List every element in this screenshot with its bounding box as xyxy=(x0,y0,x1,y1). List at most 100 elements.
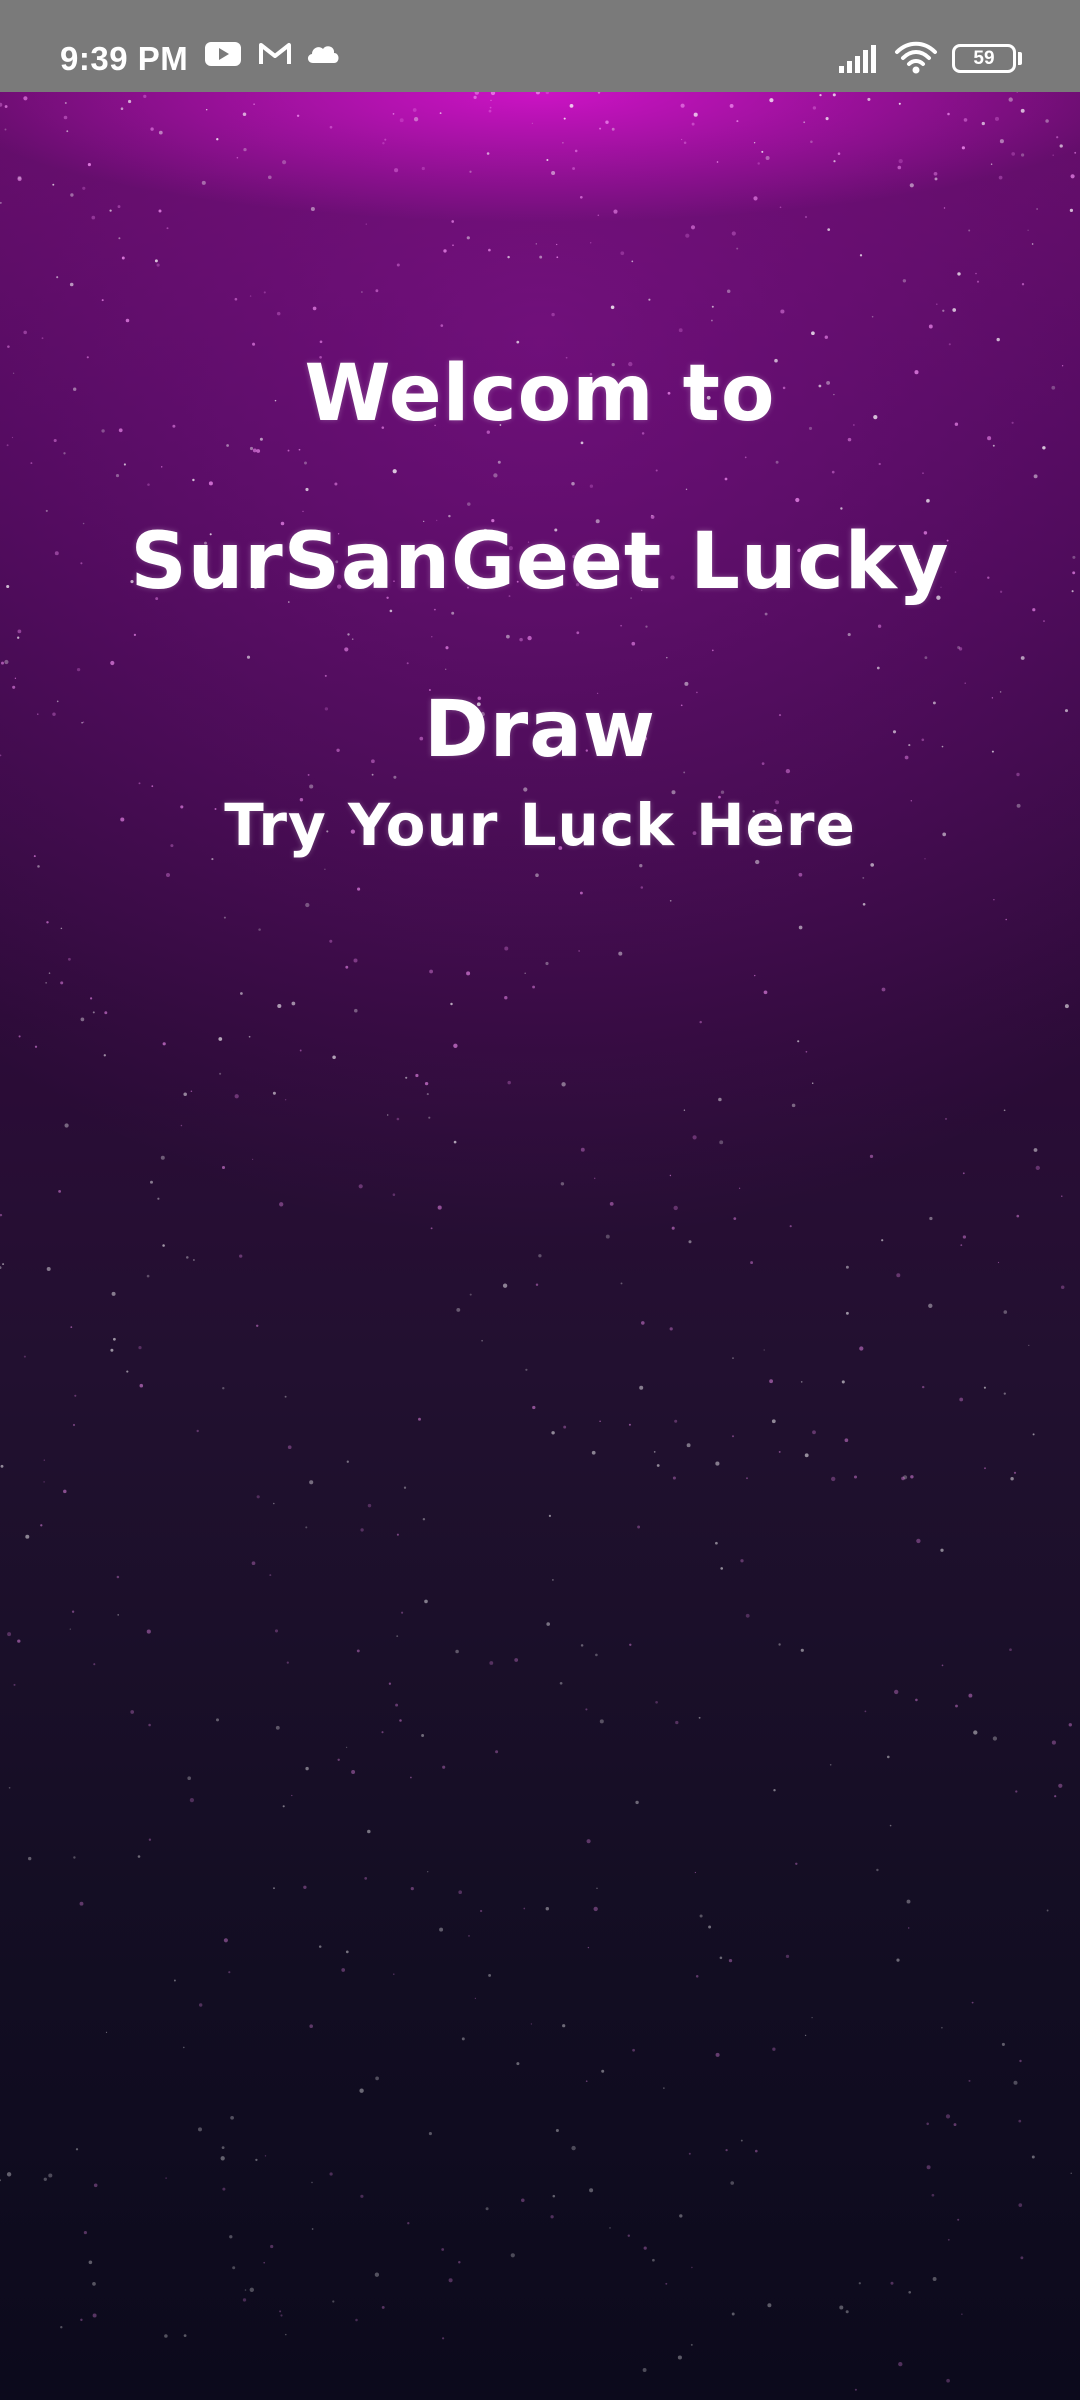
star xyxy=(673,1205,678,1211)
star xyxy=(819,93,822,97)
star xyxy=(1059,144,1063,148)
star xyxy=(599,1719,604,1724)
star xyxy=(962,1235,967,1239)
star xyxy=(299,1049,302,1052)
star xyxy=(521,2198,525,2203)
star xyxy=(0,2179,1,2182)
star xyxy=(183,2334,187,2337)
star xyxy=(973,1730,978,1735)
star xyxy=(620,1282,623,1285)
star xyxy=(798,872,803,877)
star xyxy=(1028,1344,1030,1346)
star xyxy=(968,229,971,232)
star xyxy=(442,1765,446,1769)
star xyxy=(251,1158,254,1161)
star xyxy=(740,2139,743,2142)
star xyxy=(448,2278,453,2283)
star xyxy=(285,2333,287,2336)
star xyxy=(69,1628,71,1630)
star xyxy=(955,1704,958,1708)
star xyxy=(137,1855,141,1858)
star xyxy=(28,1856,32,1861)
star xyxy=(803,121,806,124)
star xyxy=(1061,1195,1063,1197)
star xyxy=(992,1736,998,1741)
star xyxy=(221,2146,225,2150)
star xyxy=(1033,474,1038,479)
star xyxy=(510,2253,515,2258)
star xyxy=(629,1643,632,1646)
star xyxy=(1051,385,1056,390)
status-bar: 9:39 PM 59 xyxy=(0,0,1080,92)
star xyxy=(545,92,549,95)
star xyxy=(1042,446,1046,450)
star xyxy=(284,1395,287,1398)
star xyxy=(665,2282,668,2285)
star xyxy=(620,251,625,256)
star xyxy=(1008,97,1013,102)
star xyxy=(561,1082,566,1087)
star xyxy=(928,1303,933,1308)
star xyxy=(901,1476,905,1481)
star xyxy=(618,951,623,956)
star xyxy=(960,1244,963,1246)
star xyxy=(631,260,634,263)
star xyxy=(523,1907,526,1910)
star xyxy=(455,1649,459,1654)
star xyxy=(4,105,8,108)
star xyxy=(535,873,539,877)
star xyxy=(504,946,509,951)
star xyxy=(229,2235,233,2239)
star xyxy=(1020,656,1025,660)
star xyxy=(609,2227,611,2229)
star xyxy=(906,1899,911,1904)
star xyxy=(187,1776,192,1781)
star xyxy=(7,345,10,348)
star xyxy=(222,1387,225,1390)
star xyxy=(367,1503,372,1508)
star xyxy=(71,1610,75,1613)
star xyxy=(329,125,333,129)
star xyxy=(800,1381,803,1383)
star xyxy=(46,921,49,924)
star xyxy=(401,1611,404,1614)
star xyxy=(864,1710,867,1713)
star xyxy=(652,2258,655,2262)
star xyxy=(563,117,566,120)
star xyxy=(1005,918,1007,921)
star xyxy=(388,1682,392,1685)
star xyxy=(128,99,132,104)
star xyxy=(309,1480,314,1485)
star xyxy=(242,2298,247,2302)
star xyxy=(189,1797,195,1803)
star xyxy=(578,950,580,952)
star xyxy=(269,1574,272,1577)
star xyxy=(474,92,479,95)
star xyxy=(256,1495,260,1499)
star xyxy=(273,1502,275,1505)
star xyxy=(869,1154,874,1159)
star xyxy=(769,98,774,103)
star xyxy=(671,1226,675,1230)
star xyxy=(384,138,387,141)
star xyxy=(305,1766,309,1771)
star xyxy=(236,156,239,159)
star xyxy=(754,2149,758,2153)
star xyxy=(146,1274,150,1278)
star xyxy=(410,1887,414,1891)
wifi-icon xyxy=(895,41,937,74)
star xyxy=(571,2145,576,2151)
star xyxy=(546,158,549,162)
star xyxy=(279,1202,284,1207)
star xyxy=(489,1661,494,1665)
star xyxy=(64,102,67,104)
star xyxy=(532,1405,536,1410)
star xyxy=(490,99,492,102)
star xyxy=(726,289,731,294)
star xyxy=(719,1140,724,1145)
star xyxy=(997,1261,1000,1264)
star xyxy=(941,1664,944,1667)
star xyxy=(182,2046,185,2049)
gmail-icon xyxy=(259,43,291,64)
star xyxy=(729,103,734,108)
